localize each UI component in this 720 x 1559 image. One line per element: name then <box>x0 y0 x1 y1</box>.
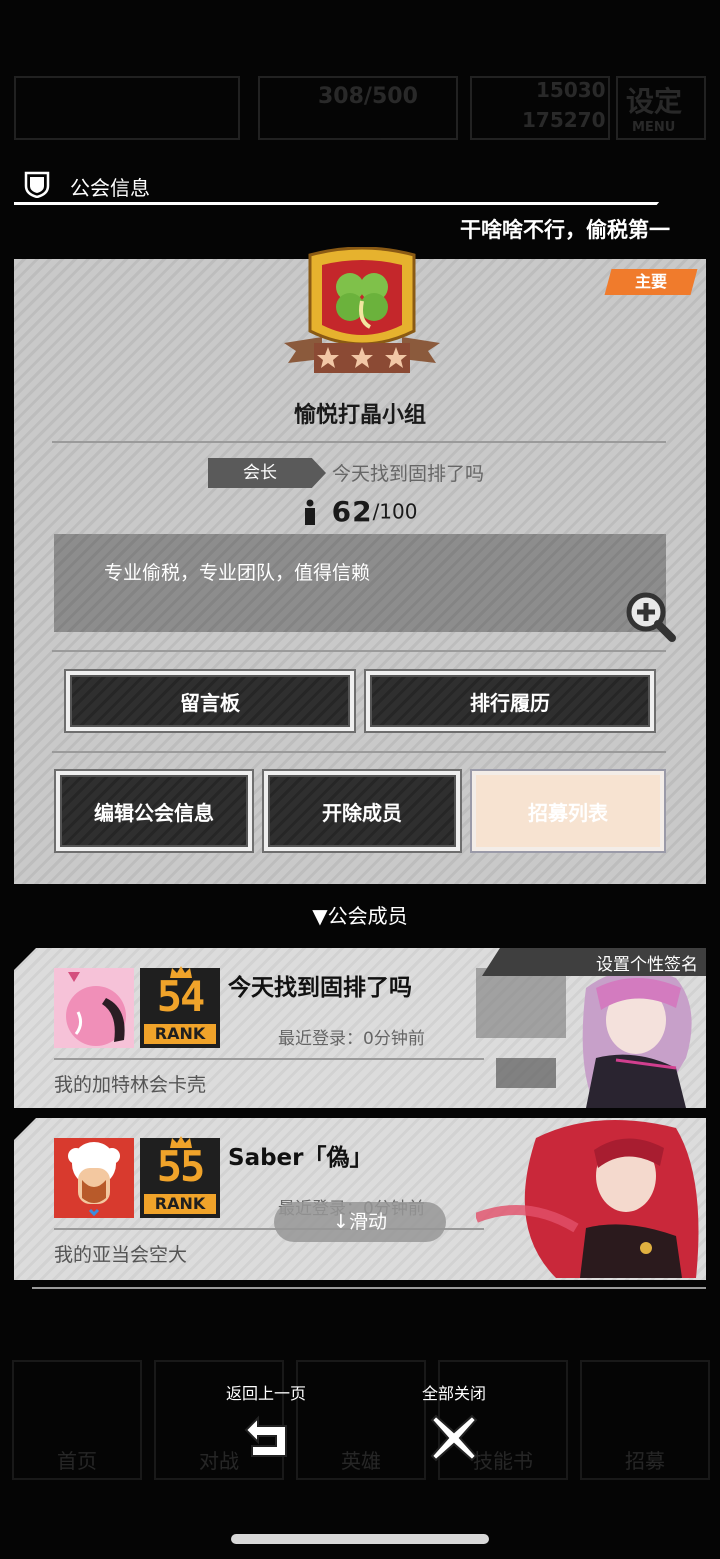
person-icon <box>304 499 315 525</box>
rank-number: 54 <box>156 972 206 1021</box>
divider <box>54 1058 484 1060</box>
set-signature-label: 设置个性签名 <box>596 955 698 975</box>
guild-emblem-clover-icon <box>284 247 440 373</box>
member-signature: 我的加特林会卡壳 <box>54 1074 207 1096</box>
bg-hud-currency-1: 15030 <box>536 78 606 102</box>
member-name: Saber「偽」 <box>228 1145 373 1171</box>
header-corner-cut <box>654 194 720 208</box>
main-guild-tag: 主要 <box>604 269 698 295</box>
member-count: 62/100 <box>14 495 706 531</box>
bg-menu-label: 首页 <box>57 1449 97 1473</box>
recruit-list-button[interactable]: 招募列表 <box>472 771 664 851</box>
bg-hud-item-count: 308/500 <box>318 84 418 109</box>
kick-member-button[interactable]: 开除成员 <box>264 771 460 851</box>
character-portrait <box>476 1120 699 1278</box>
return-arrow-icon <box>244 1415 287 1457</box>
members-section-title: ▼公会成员 <box>312 904 408 928</box>
set-signature-button[interactable]: 设置个性签名 <box>482 948 706 976</box>
message-board-button[interactable]: 留言板 <box>66 671 354 731</box>
bg-menu-cell: 首页 <box>12 1360 142 1480</box>
close-all-button[interactable]: 全部关闭 <box>392 1380 516 1464</box>
rank-label: RANK <box>144 1194 216 1214</box>
member-signature: 我的亚当会空大 <box>54 1244 188 1266</box>
guild-description: 专业偷税，专业团队，值得信赖 <box>104 562 371 584</box>
rank-number: 55 <box>156 1142 206 1191</box>
home-indicator[interactable] <box>231 1534 489 1544</box>
bg-hud-currency-2: 175270 <box>522 108 606 132</box>
member-avatar <box>54 968 134 1048</box>
last-login: 最近登录：0分钟前 <box>278 1029 425 1049</box>
divider <box>52 751 666 753</box>
leader-badge: 会长 <box>208 458 326 488</box>
guild-motto: 干啥啥不行，偷税第一 <box>460 218 670 242</box>
guild-info-panel: 主要 愉悦打晶小组 会长 今天找到固排了吗 62/100 专业偷税，专业团队，值… <box>14 247 706 884</box>
background-hud: 308/500 15030 175270 设定 MENU <box>0 70 720 150</box>
close-all-label: 全部关闭 <box>421 1384 486 1403</box>
back-label: 返回上一页 <box>225 1384 306 1403</box>
member-card[interactable]: 54 RANK 今天找到固排了吗 最近登录：0分钟前 我的加特林会卡壳 设置个性… <box>14 948 706 1108</box>
background-bottom-menu: 首页 对战 英雄 技能书 招募 <box>0 1360 720 1500</box>
member-count-value: 62 <box>331 495 373 528</box>
close-icon <box>430 1414 478 1462</box>
bg-hud-settings-label: 设定 <box>626 85 683 118</box>
member-card[interactable]: 55 RANK Saber「偽」 最近登录：0分钟前 我的亚当会空大 <box>14 1118 706 1280</box>
rank-badge: 55 RANK <box>140 1136 220 1218</box>
back-button[interactable]: 返回上一页 <box>200 1380 332 1464</box>
leader-label: 会长 <box>243 463 277 483</box>
edit-guild-info-button[interactable]: 编辑公会信息 <box>56 771 252 851</box>
guild-info-header: 公会信息 <box>14 166 720 208</box>
divider <box>52 650 666 652</box>
member-count-max: /100 <box>372 499 418 524</box>
member-avatar <box>54 1138 134 1218</box>
zoom-in-icon[interactable] <box>624 590 678 644</box>
list-end-divider <box>32 1287 706 1289</box>
header-divider <box>14 202 706 205</box>
main-guild-tag-label: 主要 <box>634 272 667 291</box>
page-title: 公会信息 <box>70 176 150 200</box>
guild-description-box[interactable]: 专业偷税，专业团队，值得信赖 <box>54 534 676 642</box>
scroll-hint: ↓滑动 <box>274 1202 446 1242</box>
rank-badge: 54 RANK <box>140 966 220 1048</box>
divider <box>52 441 666 443</box>
shield-icon <box>24 171 50 198</box>
rank-label: RANK <box>144 1024 216 1044</box>
bg-hud-player <box>14 76 240 140</box>
bg-menu-cell: 招募 <box>580 1360 710 1480</box>
leader-name: 今天找到固排了吗 <box>332 463 485 485</box>
member-name: 今天找到固排了吗 <box>228 975 412 1001</box>
guild-name: 愉悦打晶小组 <box>293 403 426 428</box>
ranking-history-button[interactable]: 排行履历 <box>366 671 654 731</box>
bg-hud-settings-sub: MENU <box>632 120 676 135</box>
bg-menu-label: 招募 <box>625 1449 665 1473</box>
